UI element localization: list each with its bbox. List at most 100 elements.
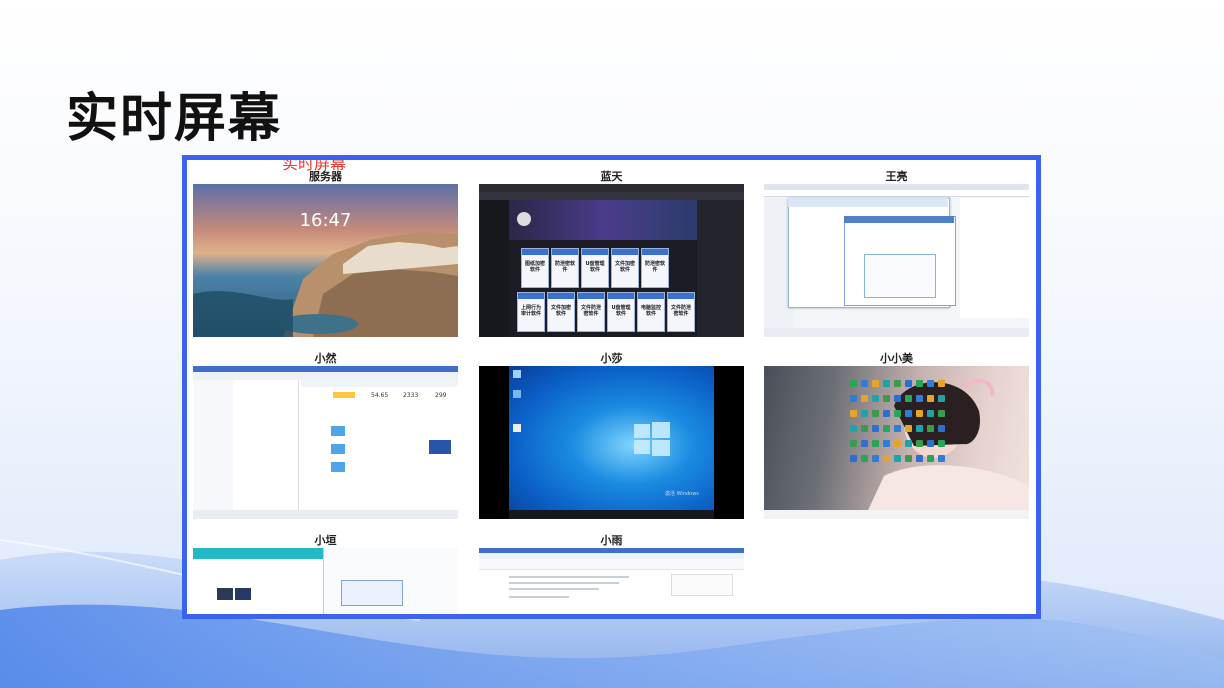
software-cover-label: 文件加密软件 (550, 305, 571, 317)
desktop-app-icon[interactable] (850, 410, 857, 417)
desktop-app-icon[interactable] (872, 425, 879, 432)
tile-name: 蓝天 (600, 170, 623, 183)
software-cover-label: 防泄密软件 (554, 261, 575, 273)
desktop-app-icon[interactable] (850, 380, 857, 387)
software-cover-label: 文件防泄密软件 (670, 305, 691, 317)
software-cover-card: U盘管理软件 (581, 248, 609, 288)
desktop-app-icon[interactable] (872, 455, 879, 462)
desktop-app-icon[interactable] (894, 425, 901, 432)
tile-name: 小小美 (880, 352, 913, 365)
desktop-app-icon[interactable] (861, 380, 868, 387)
desktop-app-icon[interactable] (927, 380, 934, 387)
stat-value: 2333 (403, 392, 419, 399)
screen-thumbnail[interactable]: 激活 Windows (479, 366, 744, 519)
software-cover-card: 防泄密软件 (551, 248, 579, 288)
desktop-app-icon[interactable] (927, 440, 934, 447)
desktop-app-icon[interactable] (861, 440, 868, 447)
desktop-app-icon[interactable] (850, 395, 857, 402)
desktop-app-icon[interactable] (927, 410, 934, 417)
desktop-app-icon[interactable] (872, 380, 879, 387)
desktop-app-icon[interactable] (905, 380, 912, 387)
activation-watermark: 激活 Windows (665, 491, 699, 497)
desktop-app-icon[interactable] (938, 440, 945, 447)
desktop-app-icon[interactable] (916, 425, 923, 432)
desktop-app-icon[interactable] (905, 455, 912, 462)
desktop-app-icon[interactable] (872, 410, 879, 417)
desktop-app-icon[interactable] (938, 410, 945, 417)
desktop-app-icon[interactable] (850, 455, 857, 462)
stat-value: 299 (435, 392, 447, 399)
desktop-app-icon[interactable] (872, 395, 879, 402)
screen-thumbnail[interactable] (764, 184, 1029, 337)
desktop-app-icon[interactable] (883, 380, 890, 387)
desktop-app-icon[interactable] (850, 440, 857, 447)
desktop-app-icon[interactable] (861, 455, 868, 462)
desktop-app-icon[interactable] (883, 425, 890, 432)
lock-screen-clock: 16:47 (299, 210, 352, 231)
desktop-app-icon[interactable] (894, 380, 901, 387)
software-cover-card: 文件加密软件 (547, 292, 575, 332)
software-cover-label: 文件加密软件 (614, 261, 635, 273)
software-cover-card: 文件防泄密软件 (577, 292, 605, 332)
screen-thumbnail[interactable]: 图纸加密软件 防泄密软件 U盘管理软件 文件加密软件 防泄密软件 上网行为审计软件 文件加密… (479, 184, 744, 337)
desktop-app-icon[interactable] (883, 410, 890, 417)
screen-thumbnail[interactable] (193, 548, 458, 614)
desktop-app-icon[interactable] (905, 395, 912, 402)
desktop-app-icon[interactable] (927, 425, 934, 432)
software-cover-card: 电脑监控软件 (637, 292, 665, 332)
software-cover-card: U盘管理软件 (607, 292, 635, 332)
screen-thumbnail[interactable] (764, 366, 1029, 519)
desktop-app-icon[interactable] (938, 425, 945, 432)
software-cover-card: 上网行为审计软件 (517, 292, 545, 332)
page-title: 实时屏幕 (66, 89, 283, 149)
desktop-icon-grid (850, 380, 950, 470)
software-cover-card: 文件防泄密软件 (667, 292, 695, 332)
desktop-app-icon[interactable] (894, 395, 901, 402)
desktop-app-icon[interactable] (894, 440, 901, 447)
desktop-app-icon[interactable] (872, 440, 879, 447)
desktop-app-icon[interactable] (883, 440, 890, 447)
software-cover-grid: 图纸加密软件 防泄密软件 U盘管理软件 文件加密软件 防泄密软件 上网行为审计软件 文件加密… (517, 248, 697, 337)
software-cover-card: 防泄密软件 (641, 248, 669, 288)
tile-name: 王亮 (885, 170, 908, 183)
software-cover-label: 图纸加密软件 (524, 261, 545, 273)
desktop-app-icon[interactable] (916, 455, 923, 462)
tile-name: 小雨 (600, 534, 623, 547)
desktop-app-icon[interactable] (905, 425, 912, 432)
screen-thumbnail[interactable]: 54.65 2333 299 (193, 366, 458, 519)
desktop-app-icon[interactable] (916, 440, 923, 447)
desktop-app-icon[interactable] (861, 395, 868, 402)
software-cover-label: U盘管理软件 (611, 305, 631, 317)
software-cover-card: 文件加密软件 (611, 248, 639, 288)
tile-name: 服务器 (309, 170, 342, 183)
screen-thumbnail[interactable]: 16:47 (193, 184, 458, 337)
desktop-app-icon[interactable] (883, 395, 890, 402)
desktop-app-icon[interactable] (861, 410, 868, 417)
desktop-app-icon[interactable] (938, 395, 945, 402)
tile-name: 小垣 (314, 534, 337, 547)
desktop-app-icon[interactable] (938, 455, 945, 462)
desktop-app-icon[interactable] (905, 440, 912, 447)
desktop-app-icon[interactable] (850, 425, 857, 432)
tile-name: 小然 (314, 352, 337, 365)
windows-logo-icon (634, 422, 670, 456)
desktop-app-icon[interactable] (938, 380, 945, 387)
desktop-app-icon[interactable] (927, 455, 934, 462)
desktop-app-icon[interactable] (927, 395, 934, 402)
desktop-app-icon[interactable] (861, 425, 868, 432)
software-cover-label: 电脑监控软件 (640, 305, 661, 317)
screen-monitor-panel: 实时屏幕 服务器 16:47 蓝天 图纸加密软件 防泄密软件 U盘管理软件 文件加密软… (182, 155, 1041, 619)
desktop-app-icon[interactable] (883, 455, 890, 462)
screen-thumbnail[interactable] (479, 548, 744, 614)
desktop-app-icon[interactable] (916, 395, 923, 402)
tile-name: 小莎 (600, 352, 623, 365)
desktop-app-icon[interactable] (916, 380, 923, 387)
desktop-app-icon[interactable] (916, 410, 923, 417)
coast-landscape-image (193, 232, 458, 337)
desktop-app-icon[interactable] (894, 410, 901, 417)
software-cover-label: 防泄密软件 (644, 261, 665, 273)
software-cover-label: 文件防泄密软件 (580, 305, 601, 317)
software-cover-card: 图纸加密软件 (521, 248, 549, 288)
desktop-app-icon[interactable] (894, 455, 901, 462)
desktop-app-icon[interactable] (905, 410, 912, 417)
